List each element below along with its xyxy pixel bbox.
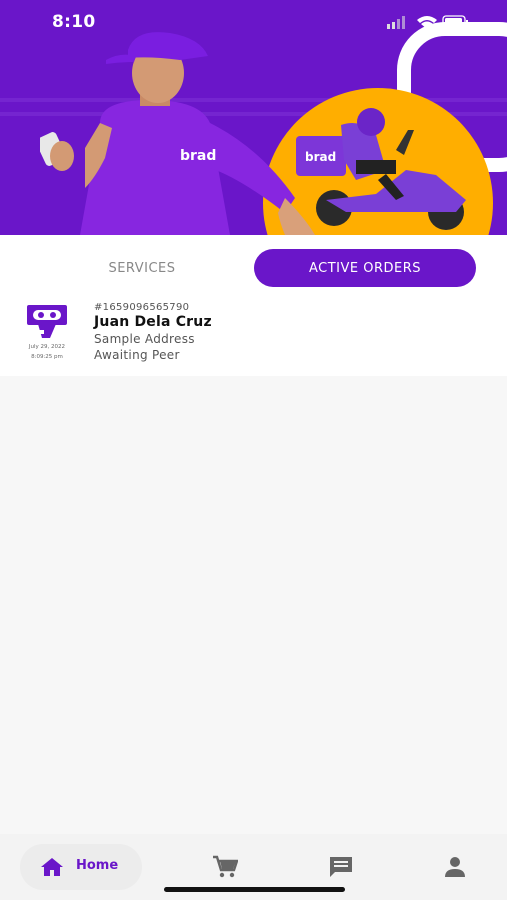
svg-text:brad: brad (180, 148, 216, 164)
home-indicator (164, 887, 345, 892)
nav-profile[interactable] (440, 852, 470, 882)
customer-name: Juan Dela Cruz (94, 314, 212, 330)
nav-home[interactable]: Home (20, 844, 142, 890)
order-number: #1659096565790 (94, 302, 190, 313)
home-icon (41, 858, 63, 876)
nav-home-label: Home (76, 858, 119, 873)
order-date-block: July 29, 2022 8:09:25 pm (18, 342, 76, 362)
status-bar-icons (387, 15, 468, 29)
profile-icon (445, 857, 465, 877)
nav-chat[interactable] (326, 852, 356, 882)
courier-person-illustration: brad (40, 32, 315, 235)
cart-icon (213, 855, 238, 878)
order-address: Sample Address (94, 332, 195, 346)
delivery-service-icon (27, 305, 67, 338)
order-tabs: SERVICES ACTIVE ORDERS (0, 235, 507, 303)
tab-active-orders[interactable]: ACTIVE ORDERS (254, 249, 476, 287)
order-card[interactable]: July 29, 2022 8:09:25 pm #1659096565790 … (0, 294, 507, 376)
order-date: July 29, 2022 (28, 344, 66, 350)
status-bar-time: 8:10 (52, 12, 96, 32)
tab-services[interactable]: SERVICES (32, 249, 252, 287)
chat-icon (330, 857, 352, 877)
hero-banner: brad brad 8:10 (0, 0, 507, 235)
nav-cart[interactable] (210, 852, 240, 882)
order-status: Awaiting Peer (94, 348, 180, 362)
order-time: 8:09:25 pm (31, 354, 63, 360)
